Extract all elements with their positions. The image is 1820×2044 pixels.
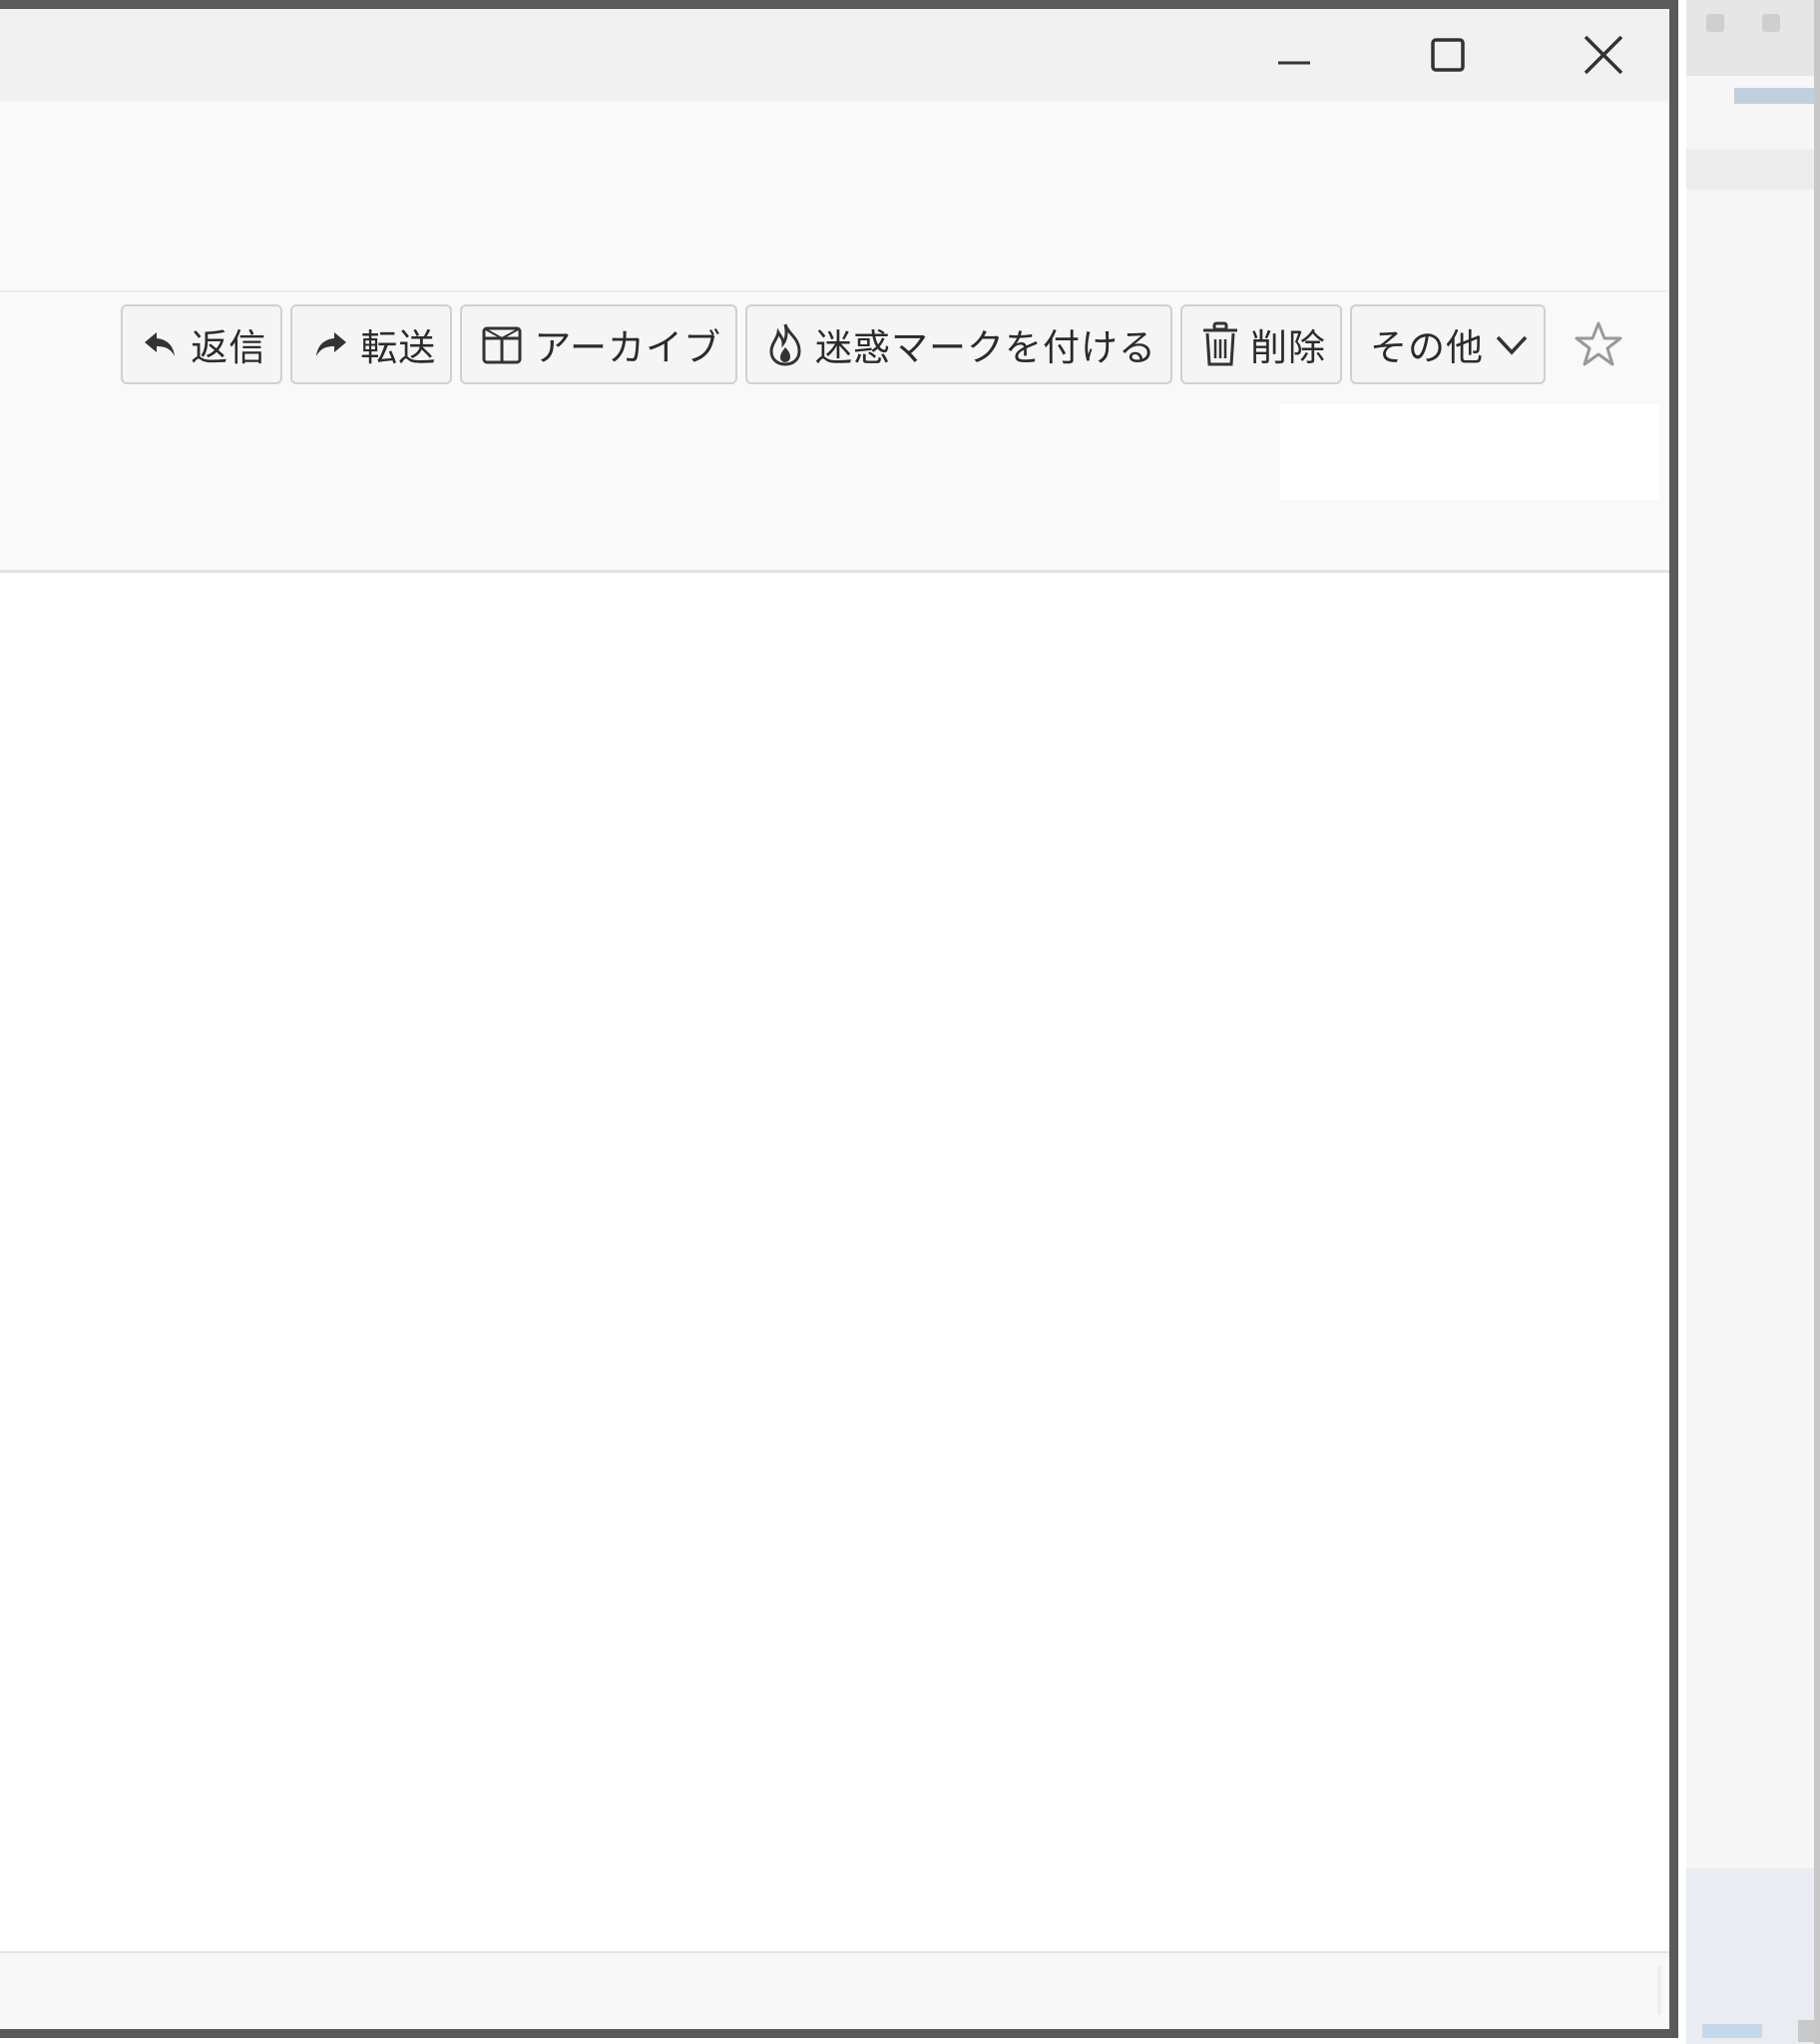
junk-label: 迷惑マークを付ける: [815, 326, 1156, 369]
background-title-bar: [1686, 0, 1820, 76]
background-status-item: [1702, 2024, 1762, 2038]
chevron-down-icon: [1496, 335, 1528, 355]
close-button[interactable]: [1529, 9, 1678, 101]
date-field: [1280, 404, 1659, 500]
background-window[interactable]: [1686, 0, 1820, 2044]
background-panel: [1686, 1868, 1820, 2044]
reply-icon: [145, 332, 176, 356]
reply-button[interactable]: 返信: [121, 304, 283, 384]
delete-label: 削除: [1250, 326, 1326, 369]
forward-icon: [316, 332, 347, 356]
status-divider: [1657, 1965, 1661, 2015]
background-title-icon: [1706, 14, 1724, 32]
archive-button[interactable]: アーカイブ: [460, 304, 737, 384]
archive-icon: [482, 326, 522, 364]
maximize-icon: [1431, 38, 1465, 72]
title-bar[interactable]: [0, 9, 1669, 101]
forward-label: 転送: [360, 326, 437, 369]
message-toolbar: 返信 転送 アーカイブ 迷惑マークを付ける 削除 その他: [121, 303, 1623, 385]
maximize-button[interactable]: [1373, 9, 1523, 101]
junk-button[interactable]: 迷惑マークを付ける: [745, 304, 1172, 384]
fire-icon: [769, 323, 801, 366]
reply-label: 返信: [191, 326, 267, 369]
close-icon: [1584, 35, 1623, 75]
message-body: [0, 573, 1669, 1951]
star-button[interactable]: [1554, 304, 1623, 384]
minimize-button[interactable]: [1219, 9, 1369, 101]
background-divider: [1686, 150, 1820, 190]
message-window: 返信 転送 アーカイブ 迷惑マークを付ける 削除 その他: [0, 0, 1678, 2038]
delete-button[interactable]: 削除: [1180, 304, 1342, 384]
header-divider: [0, 290, 1669, 292]
background-title-icon: [1762, 14, 1780, 32]
trash-icon: [1203, 321, 1237, 366]
more-label: その他: [1370, 326, 1484, 369]
forward-button[interactable]: 転送: [290, 304, 453, 384]
archive-label: アーカイブ: [534, 326, 721, 369]
message-header: 返信 転送 アーカイブ 迷惑マークを付ける 削除 その他: [0, 101, 1669, 573]
background-link: [1734, 88, 1820, 104]
status-bar: [0, 1951, 1669, 2029]
background-window-edge: [1814, 0, 1820, 2044]
minimize-icon: [1278, 61, 1310, 65]
star-icon: [1575, 321, 1622, 366]
more-button[interactable]: その他: [1350, 304, 1546, 384]
